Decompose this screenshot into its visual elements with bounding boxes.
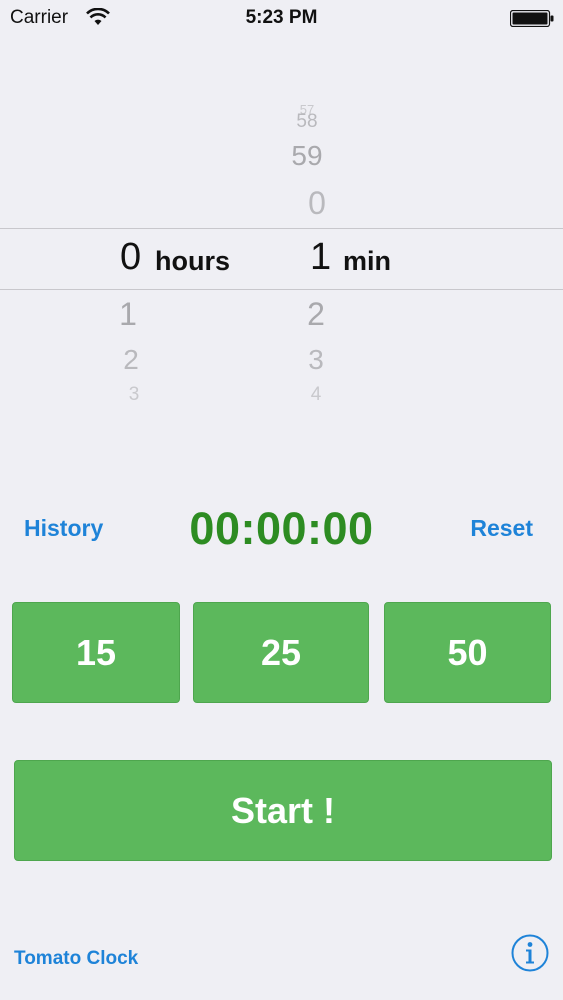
status-bar: Carrier 5:23 PM xyxy=(0,0,563,40)
app-name-link[interactable]: Tomato Clock xyxy=(14,948,138,970)
status-time: 5:23 PM xyxy=(245,7,318,28)
picker-selection-band xyxy=(0,228,563,290)
reset-button[interactable]: Reset xyxy=(470,515,533,542)
preset-50-button[interactable]: 50 xyxy=(384,602,551,703)
hour-option[interactable]: 1 xyxy=(108,296,148,333)
preset-15-button[interactable]: 15 xyxy=(12,602,180,703)
minute-option[interactable]: 4 xyxy=(296,384,336,406)
minutes-selected-value[interactable]: 1 xyxy=(310,236,331,279)
hour-option[interactable]: 3 xyxy=(114,384,154,406)
minute-option[interactable]: 2 xyxy=(296,296,336,333)
hour-option[interactable]: 2 xyxy=(111,344,151,376)
minute-option[interactable]: 3 xyxy=(296,344,336,376)
info-icon[interactable] xyxy=(511,934,549,972)
minute-option[interactable]: 59 xyxy=(287,140,327,172)
hours-unit-label: hours xyxy=(155,246,231,276)
start-button[interactable]: Start ! xyxy=(14,760,552,861)
minutes-unit-label: min xyxy=(343,246,392,276)
preset-25-button[interactable]: 25 xyxy=(193,602,369,703)
minute-option[interactable]: 0 xyxy=(297,185,337,222)
hours-selected-value[interactable]: 0 xyxy=(120,236,141,279)
minute-option[interactable]: 58 xyxy=(287,111,327,133)
battery-icon xyxy=(510,10,554,27)
